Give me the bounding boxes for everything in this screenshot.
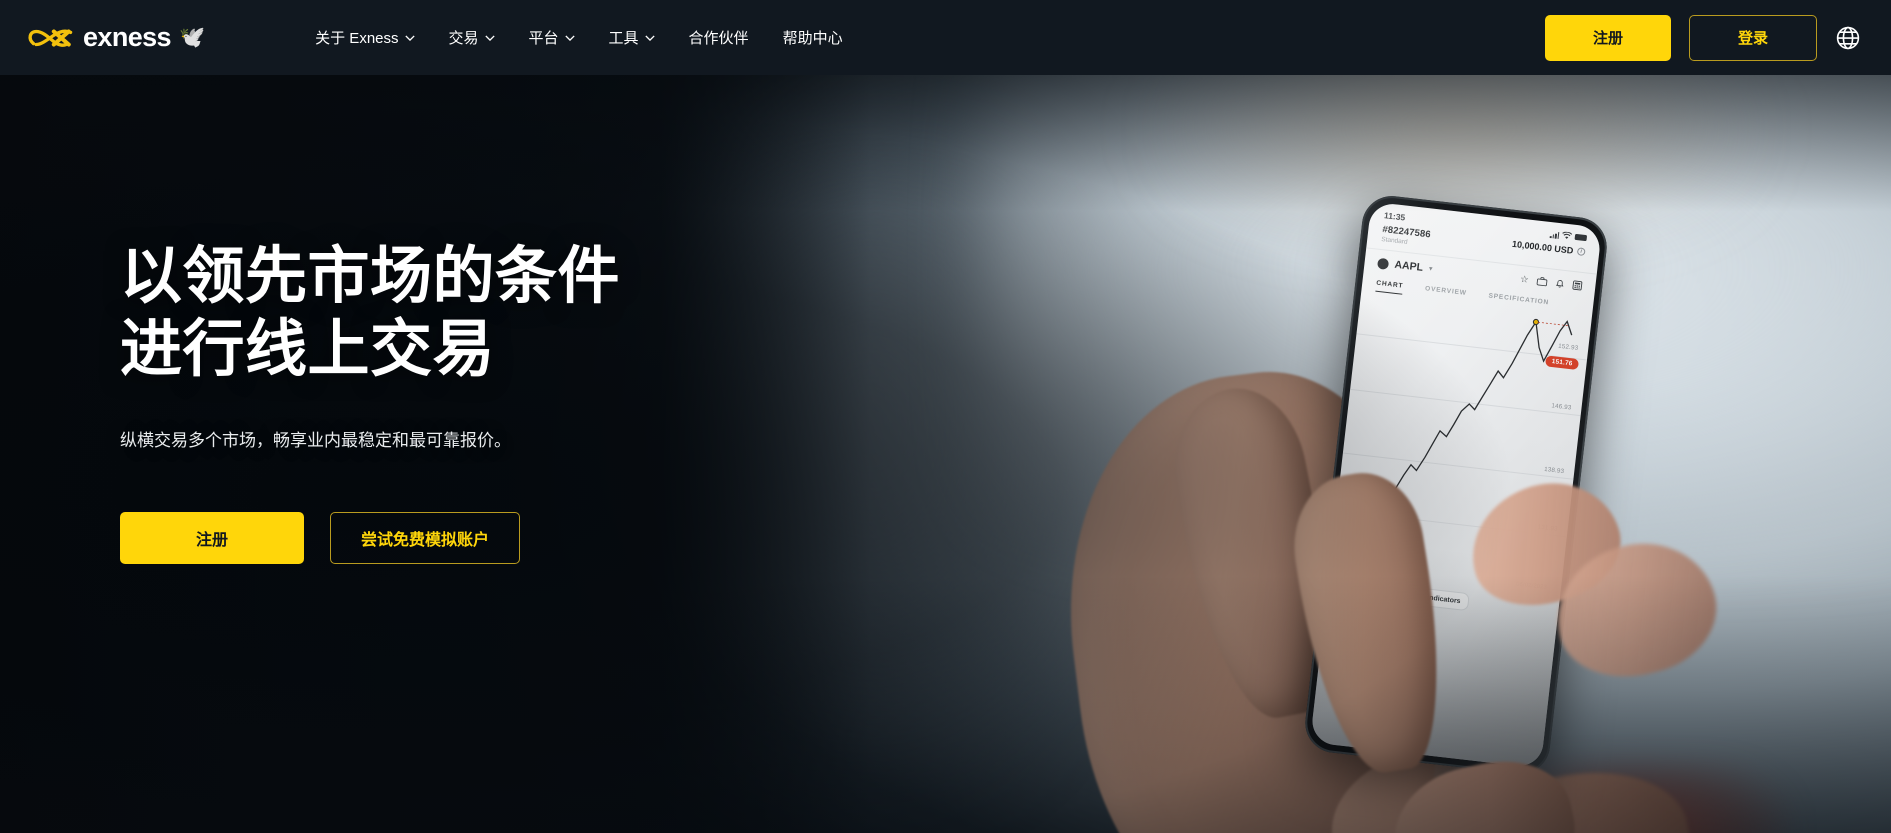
nav-label-platform: 平台 <box>528 30 559 47</box>
nav-label-trading: 交易 <box>448 30 479 47</box>
nav-item-platform[interactable]: 平台 <box>529 27 575 48</box>
nav-label-tools: 工具 <box>608 30 639 47</box>
hero-headline: 以领先市场的条件 进行线上交易 <box>120 240 620 386</box>
nav-item-help-center[interactable]: 帮助中心 <box>783 27 843 48</box>
hero-subtitle: 纵横交易多个市场，畅享业内最稳定和最可靠报价。 <box>120 431 511 451</box>
login-button[interactable]: 登录 <box>1688 14 1817 61</box>
hero-register-button[interactable]: 注册 <box>120 511 304 564</box>
hero-demo-account-button[interactable]: 尝试免费模拟账户 <box>330 511 521 564</box>
main-navigation: 关于 Exness 交易 平台 工具 合作伙伴 帮助中心 <box>315 27 842 48</box>
register-button[interactable]: 注册 <box>1544 14 1671 61</box>
nav-item-partners[interactable]: 合作伙伴 <box>689 27 749 48</box>
site-header: exness 🕊️ 关于 Exness 交易 平台 工具 合作伙伴 帮助中心 注… <box>0 0 1891 75</box>
nav-item-tools[interactable]: 工具 <box>609 27 655 48</box>
header-actions: 注册 登录 <box>1544 14 1861 61</box>
nav-label-about: 关于 Exness <box>315 30 399 47</box>
nav-item-about[interactable]: 关于 Exness <box>315 27 415 48</box>
exness-x-logo-icon <box>28 28 73 47</box>
hero-cta-row: 注册 尝试免费模拟账户 <box>120 511 620 564</box>
chevron-down-icon <box>484 34 495 41</box>
exness-landing-page: 11:35 #822475 <box>0 0 1891 833</box>
hero-content: 以领先市场的条件 进行线上交易 纵横交易多个市场，畅享业内最稳定和最可靠报价。 … <box>120 240 620 564</box>
hero-headline-line1: 以领先市场的条件 <box>120 242 621 311</box>
chevron-down-icon <box>644 34 655 41</box>
logo-text: exness <box>83 22 172 52</box>
exness-logo[interactable]: exness 🕊️ <box>26 22 205 53</box>
hero-headline-line2: 进行线上交易 <box>120 315 496 385</box>
chevron-down-icon <box>564 34 575 41</box>
chevron-down-icon <box>404 34 415 41</box>
dove-icon: 🕊️ <box>178 26 206 49</box>
globe-icon[interactable] <box>1835 25 1861 51</box>
nav-item-trading[interactable]: 交易 <box>449 27 495 48</box>
